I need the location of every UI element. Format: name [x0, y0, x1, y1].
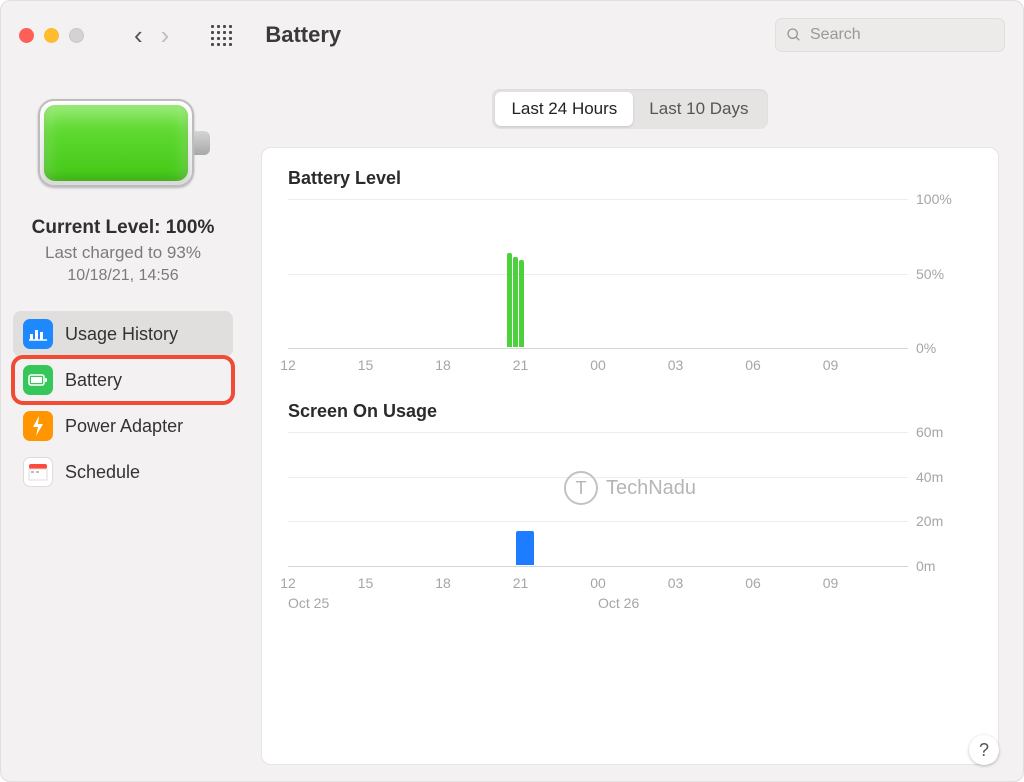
- window-controls: [19, 28, 84, 43]
- sidebar-item-usage-history[interactable]: Usage History: [13, 311, 233, 357]
- current-level-label: Current Level: 100%: [13, 217, 233, 239]
- zoom-icon: [69, 28, 84, 43]
- y-tick: 50%: [916, 266, 944, 282]
- chart-icon: [23, 319, 53, 349]
- forward-button: ›: [161, 20, 170, 51]
- chart-title: Battery Level: [288, 168, 976, 189]
- page-title: Battery: [265, 22, 341, 48]
- tab-last-10-days[interactable]: Last 10 Days: [633, 92, 764, 126]
- sidebar-item-label: Schedule: [65, 462, 140, 483]
- x-tick: 21: [513, 575, 529, 591]
- sidebar-item-label: Usage History: [65, 324, 178, 345]
- y-tick: 0m: [916, 558, 935, 574]
- y-tick: 100%: [916, 191, 952, 207]
- y-tick: 20m: [916, 513, 943, 529]
- sidebar: Current Level: 100% Last charged to 93% …: [1, 69, 245, 781]
- x-tick: 06: [745, 575, 761, 591]
- battery-prefs-window: ‹ › Battery Search Current Level: 100% L…: [0, 0, 1024, 782]
- back-button[interactable]: ‹: [134, 20, 143, 51]
- battery-large-icon: [38, 99, 208, 187]
- main-content: Last 24 Hours Last 10 Days Battery Level…: [245, 69, 1023, 781]
- y-tick: 0%: [916, 340, 936, 356]
- tab-last-24-hours[interactable]: Last 24 Hours: [495, 92, 633, 126]
- minimize-icon[interactable]: [44, 28, 59, 43]
- close-icon[interactable]: [19, 28, 34, 43]
- battery-stats: Current Level: 100% Last charged to 93% …: [13, 217, 233, 285]
- last-charged-label: Last charged to 93%: [13, 243, 233, 263]
- y-tick: 60m: [916, 424, 943, 440]
- chart-bar: [507, 253, 512, 347]
- bolt-icon: [23, 411, 53, 441]
- x-tick: 12: [280, 357, 296, 373]
- sidebar-item-label: Power Adapter: [65, 416, 183, 437]
- x-tick: 06: [745, 357, 761, 373]
- chart-bar: [516, 531, 534, 565]
- x-tick: 21: [513, 357, 529, 373]
- x-tick: 15: [358, 575, 374, 591]
- toolbar: ‹ › Battery Search: [1, 1, 1023, 69]
- battery-icon: [23, 365, 53, 395]
- x-tick: 00: [590, 357, 606, 373]
- show-all-icon[interactable]: [211, 25, 231, 45]
- time-range-segmented: Last 24 Hours Last 10 Days: [492, 89, 767, 129]
- x-tick: 09: [823, 575, 839, 591]
- sidebar-item-schedule[interactable]: Schedule: [13, 449, 233, 495]
- x-tick: 18: [435, 357, 451, 373]
- x-tick: 18: [435, 575, 451, 591]
- sidebar-item-power-adapter[interactable]: Power Adapter: [13, 403, 233, 449]
- search-placeholder: Search: [810, 26, 861, 44]
- x-tick: 12: [280, 575, 296, 591]
- date-label: Oct 25: [288, 595, 329, 611]
- sidebar-item-label: Battery: [65, 370, 122, 391]
- sidebar-item-battery[interactable]: Battery: [13, 357, 233, 403]
- screen-on-usage-chart: Screen On Usage 60m 40m 20m 0m: [288, 401, 976, 613]
- last-charged-timestamp: 10/18/21, 14:56: [13, 267, 233, 285]
- x-tick: 03: [668, 357, 684, 373]
- chart-bar: [519, 260, 524, 347]
- charts-panel: Battery Level 100% 50% 0%: [261, 147, 999, 765]
- search-icon: [786, 27, 802, 43]
- search-input[interactable]: Search: [775, 18, 1005, 52]
- chart-bar: [513, 257, 518, 347]
- date-label: Oct 26: [598, 595, 639, 611]
- battery-level-chart: Battery Level 100% 50% 0%: [288, 168, 976, 375]
- x-tick: 09: [823, 357, 839, 373]
- chart-title: Screen On Usage: [288, 401, 976, 422]
- help-button[interactable]: ?: [969, 735, 999, 765]
- y-tick: 40m: [916, 469, 943, 485]
- x-tick: 03: [668, 575, 684, 591]
- x-tick: 00: [590, 575, 606, 591]
- x-tick: 15: [358, 357, 374, 373]
- nav-arrows: ‹ ›: [134, 20, 169, 51]
- calendar-icon: [23, 457, 53, 487]
